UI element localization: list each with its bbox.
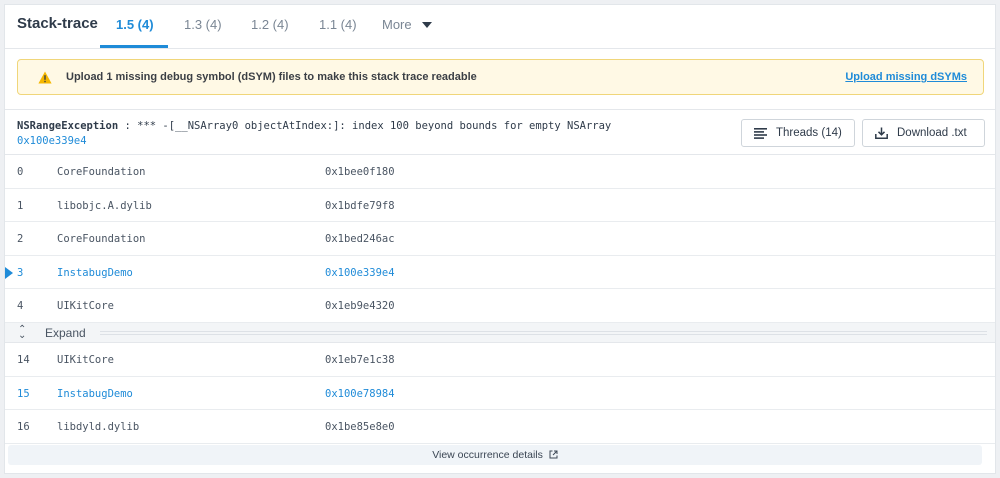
stack-frame-row-app[interactable]: 15 InstabugDemo 0x100e78984 xyxy=(5,377,995,411)
collapsed-divider xyxy=(100,330,987,332)
missing-dsym-warning: Upload 1 missing debug symbol (dSYM) fil… xyxy=(17,59,984,95)
expand-frames-button[interactable]: ⌃ ⌄ Expand xyxy=(5,322,995,343)
threads-button[interactable]: Threads (14) xyxy=(741,119,855,147)
download-icon xyxy=(875,127,888,139)
frame-address: 0x1bed246ac xyxy=(325,233,395,246)
tab-more[interactable]: More xyxy=(382,17,432,32)
frame-library: InstabugDemo xyxy=(57,266,133,279)
external-link-icon xyxy=(549,450,558,459)
stack-frame-row[interactable]: 0 CoreFoundation 0x1bee0f180 xyxy=(5,155,995,189)
list-icon xyxy=(754,127,767,139)
frame-library: CoreFoundation xyxy=(57,233,146,246)
frame-index: 15 xyxy=(17,387,30,400)
frame-index: 2 xyxy=(17,233,24,246)
frame-library: InstabugDemo xyxy=(57,387,133,400)
frame-address: 0x1eb7e1c38 xyxy=(325,353,395,366)
exception-message: NSRangeException : *** -[__NSArray0 obje… xyxy=(17,120,611,132)
stack-frame-row[interactable]: 1 libobjc.A.dylib 0x1bdfe79f8 xyxy=(5,189,995,223)
frame-address: 0x1bee0f180 xyxy=(325,166,395,178)
frame-address: 0x100e339e4 xyxy=(325,266,395,279)
tab-version-1-5[interactable]: 1.5 (4) xyxy=(116,17,154,32)
frame-library: libdyld.dylib xyxy=(57,421,140,434)
stack-frame-row[interactable]: 4 UIKitCore 0x1eb9e4320 xyxy=(5,289,995,323)
exception-text: [__NSArray0 objectAtIndex:]: index 100 b… xyxy=(168,120,612,132)
threads-button-label: Threads (14) xyxy=(776,127,842,139)
frame-address: 0x100e78984 xyxy=(325,387,395,400)
warning-triangle-icon xyxy=(38,71,52,84)
stack-frame-row[interactable]: 2 CoreFoundation 0x1bed246ac xyxy=(5,222,995,256)
download-button-label: Download .txt xyxy=(897,127,967,139)
stack-frames: 0 CoreFoundation 0x1bee0f180 1 libobjc.A… xyxy=(5,155,995,444)
crash-pointer-icon xyxy=(5,266,13,279)
stack-trace-panel: Stack-trace 1.5 (4) 1.3 (4) 1.2 (4) 1.1 … xyxy=(4,4,996,474)
warning-text: Upload 1 missing debug symbol (dSYM) fil… xyxy=(66,71,477,83)
tab-version-1-2[interactable]: 1.2 (4) xyxy=(251,17,289,32)
exception-header: NSRangeException : *** -[__NSArray0 obje… xyxy=(5,109,995,155)
download-txt-button[interactable]: Download .txt xyxy=(862,119,985,147)
chevron-down-icon xyxy=(421,21,432,28)
exception-name: NSRangeException xyxy=(17,120,119,132)
frame-index: 14 xyxy=(17,353,30,366)
frame-address: 0x1be85e8e0 xyxy=(325,421,395,434)
frame-index: 4 xyxy=(17,300,24,313)
frame-address: 0x1eb9e4320 xyxy=(325,300,395,313)
frame-library: UIKitCore xyxy=(57,300,114,313)
upload-dsyms-link[interactable]: Upload missing dSYMs xyxy=(845,71,967,83)
frame-index: 0 xyxy=(17,166,24,178)
tab-version-1-3[interactable]: 1.3 (4) xyxy=(184,17,222,32)
frame-library: UIKitCore xyxy=(57,353,114,366)
stack-frame-row[interactable]: 14 UIKitCore 0x1eb7e1c38 xyxy=(5,343,995,377)
tab-more-label: More xyxy=(382,17,412,32)
stack-frame-row[interactable]: 16 libdyld.dylib 0x1be85e8e0 xyxy=(5,410,995,444)
exception-address[interactable]: 0x100e339e4 xyxy=(17,135,87,147)
view-occurrence-details-link[interactable]: View occurrence details xyxy=(8,445,982,465)
active-tab-indicator xyxy=(100,45,168,48)
collapsed-divider xyxy=(100,333,987,335)
stack-frame-row-crashing[interactable]: 3 InstabugDemo 0x100e339e4 xyxy=(5,256,995,290)
expand-label: Expand xyxy=(45,325,86,340)
frame-index: 1 xyxy=(17,199,24,212)
frame-library: libobjc.A.dylib xyxy=(57,199,152,212)
footer-label: View occurrence details xyxy=(432,449,543,461)
frame-library: CoreFoundation xyxy=(57,166,146,178)
expand-chevrons-icon: ⌃ ⌄ xyxy=(18,323,27,341)
exception-separator: : *** - xyxy=(118,120,169,132)
tab-version-1-1[interactable]: 1.1 (4) xyxy=(319,17,357,32)
frame-address: 0x1bdfe79f8 xyxy=(325,199,395,212)
panel-title: Stack-trace xyxy=(17,15,98,32)
frame-index: 16 xyxy=(17,421,30,434)
version-tabs: Stack-trace 1.5 (4) 1.3 (4) 1.2 (4) 1.1 … xyxy=(5,5,995,49)
frame-index: 3 xyxy=(17,266,24,279)
